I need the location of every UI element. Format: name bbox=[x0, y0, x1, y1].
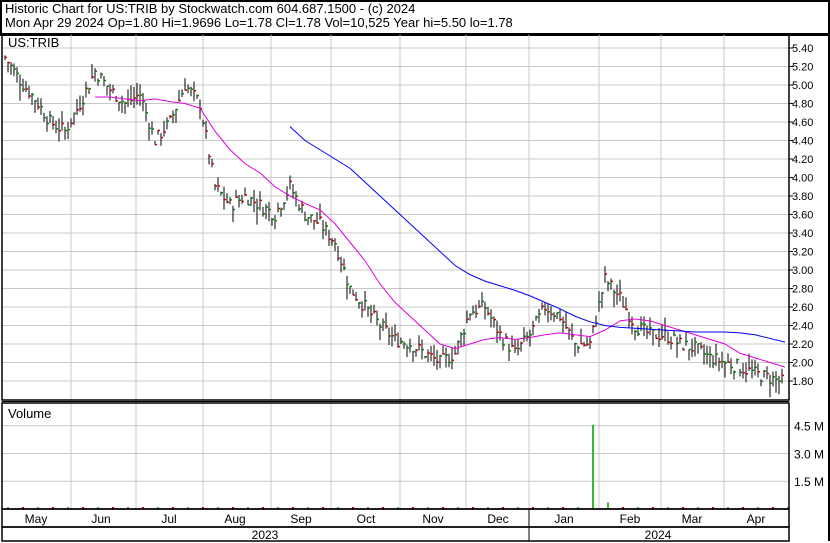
stock-chart: 5.40 5.20 5.00 4.80 4.60 4.40 4.20 4.00 3.80 3.60… bbox=[1, 33, 830, 542]
volume-label: Volume bbox=[8, 406, 51, 421]
year-label: 2023 bbox=[252, 528, 279, 542]
month-label: Dec bbox=[487, 512, 508, 526]
price-tick-label: 4.00 bbox=[792, 173, 813, 185]
price-tick-label: 2.40 bbox=[792, 321, 813, 333]
volume-panel-frame bbox=[1, 402, 790, 510]
price-tick-label: 5.20 bbox=[792, 62, 813, 74]
volume-bar bbox=[592, 424, 594, 509]
price-tick-label: 1.80 bbox=[792, 376, 813, 388]
month-axis-frame bbox=[1, 508, 790, 528]
price-tick-label: 3.80 bbox=[792, 191, 813, 203]
price-tick-label: 4.60 bbox=[792, 117, 813, 129]
volume-bar bbox=[607, 502, 609, 509]
month-label: Oct bbox=[357, 512, 376, 526]
month-label: Jul bbox=[161, 512, 176, 526]
month-label: Nov bbox=[422, 512, 443, 526]
price-tick-label: 5.00 bbox=[792, 80, 813, 92]
month-label: Aug bbox=[224, 512, 245, 526]
price-tick-label: 3.40 bbox=[792, 228, 813, 240]
price-tick-label: 2.20 bbox=[792, 339, 813, 351]
moving-average-line bbox=[95, 96, 786, 368]
month-label: Mar bbox=[682, 512, 703, 526]
price-tick-label: 4.80 bbox=[792, 99, 813, 111]
month-label: May bbox=[25, 512, 48, 526]
volume-tick-label: 1.5 M bbox=[794, 475, 824, 489]
price-tick-label: 3.00 bbox=[792, 265, 813, 277]
price-tick-label: 5.40 bbox=[792, 43, 813, 55]
price-tick-label: 3.20 bbox=[792, 247, 813, 259]
month-label: Feb bbox=[620, 512, 641, 526]
month-label: Jun bbox=[91, 512, 110, 526]
volume-tick-label: 3.0 M bbox=[794, 447, 824, 461]
price-tick-label: 4.20 bbox=[792, 154, 813, 166]
volume-tick-label: 4.5 M bbox=[794, 420, 824, 434]
price-tick-label: 2.80 bbox=[792, 284, 813, 296]
price-tick-label: 2.00 bbox=[792, 358, 813, 370]
month-label: Sep bbox=[290, 512, 312, 526]
price-tick-label: 2.60 bbox=[792, 302, 813, 314]
price-tick-label: 4.40 bbox=[792, 136, 813, 148]
month-label: Apr bbox=[747, 512, 766, 526]
month-label: Jan bbox=[554, 512, 573, 526]
price-tick-label: 3.60 bbox=[792, 210, 813, 222]
symbol-label: US:TRIB bbox=[8, 35, 59, 50]
year-label: 2024 bbox=[645, 528, 672, 542]
